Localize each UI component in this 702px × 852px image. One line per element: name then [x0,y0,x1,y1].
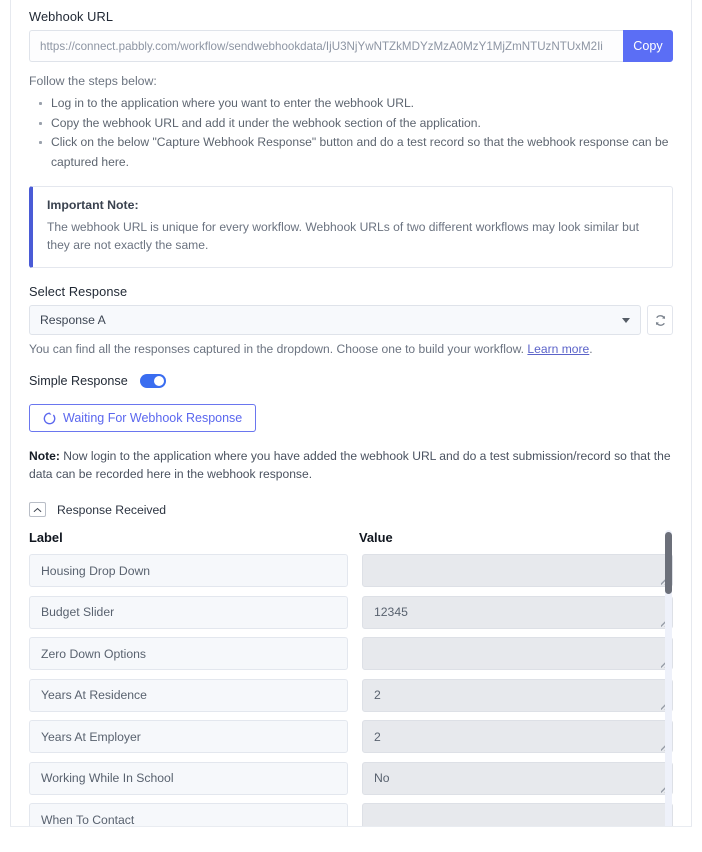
simple-response-toggle[interactable] [139,374,166,388]
select-response-value: Response A [40,313,106,327]
webhook-url-label: Webhook URL [29,9,114,24]
card-bottom-border [10,826,692,827]
select-response-row: Response A [29,305,673,335]
webhook-url-row: https://connect.pabbly.com/workflow/send… [29,30,673,62]
table-row: Working While In School No [29,761,673,795]
row-value-textarea[interactable] [361,803,673,826]
response-received-title: Response Received [57,502,167,517]
refresh-button[interactable] [647,305,673,335]
card-right-border [691,0,692,826]
collapse-toggle-button[interactable] [29,502,46,517]
steps-list: Log in to the application where you want… [29,94,673,172]
table-row: Years At Residence 2 [29,678,673,712]
simple-response-row: Simple Response [29,374,673,388]
row-value-textarea[interactable]: 2 [361,678,673,712]
table-column-headers: Label Value [29,530,673,545]
note-prefix: Note: [29,449,60,463]
table-row: Budget Slider 12345 [29,595,673,629]
response-table: Label Value Housing Drop Down Budget Slid… [29,530,673,826]
row-label-input[interactable]: Housing Drop Down [29,554,348,587]
select-response-label: Select Response [29,284,128,299]
note-text: Now login to the application where you h… [29,449,671,481]
row-label-input[interactable]: Zero Down Options [29,637,348,670]
row-value-textarea[interactable] [361,554,673,587]
waiting-button-label: Waiting For Webhook Response [63,411,243,425]
response-received-header: Response Received [29,502,673,517]
table-rows: Housing Drop Down Budget Slider 12345 Zero … [29,554,673,826]
chevron-down-icon [622,317,630,323]
table-scrollbar-thumb[interactable] [665,532,672,594]
row-value-textarea[interactable]: No [361,761,673,795]
table-row: Housing Drop Down [29,554,673,587]
follow-steps-heading: Follow the steps below: [29,74,157,88]
row-value-textarea[interactable]: 2 [361,720,673,753]
learn-more-link[interactable]: Learn more [527,342,589,356]
row-label-input[interactable]: When To Contact [29,803,348,826]
copy-button[interactable]: Copy [623,30,673,62]
important-note-box: Important Note: The webhook URL is uniqu… [29,186,673,268]
simple-response-label: Simple Response [29,374,128,388]
step-item: Log in to the application where you want… [39,94,673,114]
column-header-value: Value [359,530,393,545]
select-response-dropdown[interactable]: Response A [29,305,641,335]
row-label-input[interactable]: Years At Employer [29,720,348,753]
important-note-title: Important Note: [47,198,139,212]
refresh-icon [655,314,665,326]
important-note-text: The webhook URL is unique for every work… [47,220,639,252]
webhook-panel-content: Webhook URL https://connect.pabbly.com/w… [11,0,691,826]
row-label-input[interactable]: Working While In School [29,761,348,795]
select-response-helper: You can find all the responses captured … [29,342,673,356]
chevron-up-icon [33,507,42,512]
table-row: Zero Down Options [29,637,673,670]
toggle-knob [153,376,164,386]
step-item: Click on the below "Capture Webhook Resp… [39,133,673,172]
webhook-url-input[interactable]: https://connect.pabbly.com/workflow/send… [29,30,623,62]
row-label-input[interactable]: Budget Slider [29,595,348,629]
select-response-helper-text: You can find all the responses captured … [29,342,525,356]
spinner-icon [43,412,56,424]
webhook-setup-page: Webhook URL https://connect.pabbly.com/w… [0,0,702,852]
step-item: Copy the webhook URL and add it under th… [39,114,673,134]
column-header-label: Label [29,530,63,545]
table-row: When To Contact [29,803,673,826]
row-value-textarea[interactable] [361,637,673,670]
test-record-note: Note: Now login to the application where… [29,447,673,483]
row-label-input[interactable]: Years At Residence [29,678,348,712]
table-row: Years At Employer 2 [29,720,673,753]
waiting-for-webhook-response-button[interactable]: Waiting For Webhook Response [29,404,257,432]
row-value-textarea[interactable]: 12345 [361,595,673,629]
helper-period: . [589,342,593,356]
